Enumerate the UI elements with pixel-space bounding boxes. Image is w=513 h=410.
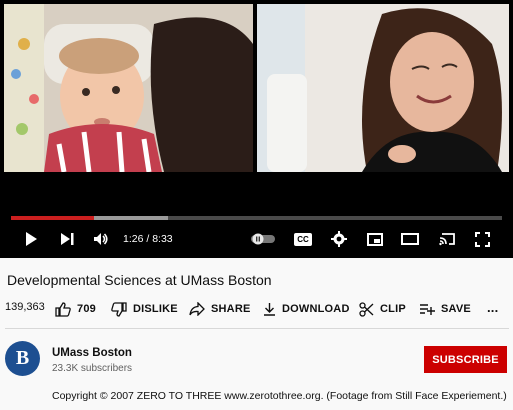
clip-button[interactable]: CLIP (359, 299, 406, 319)
video-player[interactable]: 1:26 / 8:33 CC (0, 0, 513, 258)
time-display: 1:26 / 8:33 (123, 233, 173, 245)
view-count: 139,363 (5, 301, 45, 313)
settings-button[interactable] (329, 228, 349, 250)
fullscreen-icon (474, 231, 490, 247)
captions-button[interactable]: CC (293, 228, 313, 250)
next-icon (60, 232, 74, 246)
settings-icon (331, 231, 347, 247)
volume-icon (93, 232, 109, 246)
channel-name[interactable]: UMass Boston (52, 347, 132, 359)
video-frame[interactable] (4, 4, 509, 172)
clip-label: CLIP (380, 303, 406, 315)
infant-scene (4, 4, 253, 172)
video-description: Copyright © 2007 ZERO TO THREE www.zerot… (52, 390, 507, 402)
add-to-playlist-icon (419, 303, 435, 315)
autoplay-toggle[interactable] (250, 228, 276, 250)
divider (5, 328, 509, 329)
video-pane-infant (4, 4, 253, 172)
like-count: 709 (77, 303, 96, 315)
play-icon (24, 231, 38, 247)
video-pane-mother (257, 4, 509, 172)
scissors-icon (359, 301, 374, 317)
miniplayer-button[interactable] (365, 228, 385, 250)
volume-button[interactable] (90, 228, 112, 250)
theater-button[interactable] (400, 228, 420, 250)
subscriber-count: 23.3K subscribers (52, 363, 133, 374)
progress-played (11, 216, 95, 220)
video-title: Developmental Sciences at UMass Boston (7, 272, 272, 288)
more-actions-button[interactable]: ... (487, 297, 498, 317)
dislike-label: DISLIKE (133, 303, 178, 315)
miniplayer-icon (367, 232, 383, 246)
thumbs-up-icon (55, 301, 71, 317)
next-button[interactable] (56, 228, 78, 250)
save-button[interactable]: SAVE (419, 299, 471, 319)
channel-logo-letter: B (15, 347, 30, 369)
download-icon (263, 302, 276, 316)
download-label: DOWNLOAD (282, 303, 350, 315)
share-button[interactable]: SHARE (189, 299, 251, 319)
captions-icon: CC (294, 232, 312, 246)
progress-bar[interactable] (11, 216, 502, 220)
channel-avatar[interactable]: B (5, 341, 40, 376)
more-icon: ... (487, 299, 499, 315)
cast-button[interactable] (437, 228, 457, 250)
theater-icon (401, 233, 419, 245)
mother-scene (257, 4, 509, 172)
thumbs-down-icon (111, 301, 127, 317)
play-button[interactable] (20, 228, 42, 250)
like-button[interactable]: 709 (55, 299, 96, 319)
share-label: SHARE (211, 303, 251, 315)
save-label: SAVE (441, 303, 471, 315)
share-icon (189, 302, 205, 316)
download-button[interactable]: DOWNLOAD (263, 299, 350, 319)
cast-icon (438, 232, 456, 246)
subscribe-button[interactable]: SUBSCRIBE (424, 346, 507, 373)
fullscreen-button[interactable] (472, 228, 492, 250)
dislike-button[interactable]: DISLIKE (111, 299, 178, 319)
